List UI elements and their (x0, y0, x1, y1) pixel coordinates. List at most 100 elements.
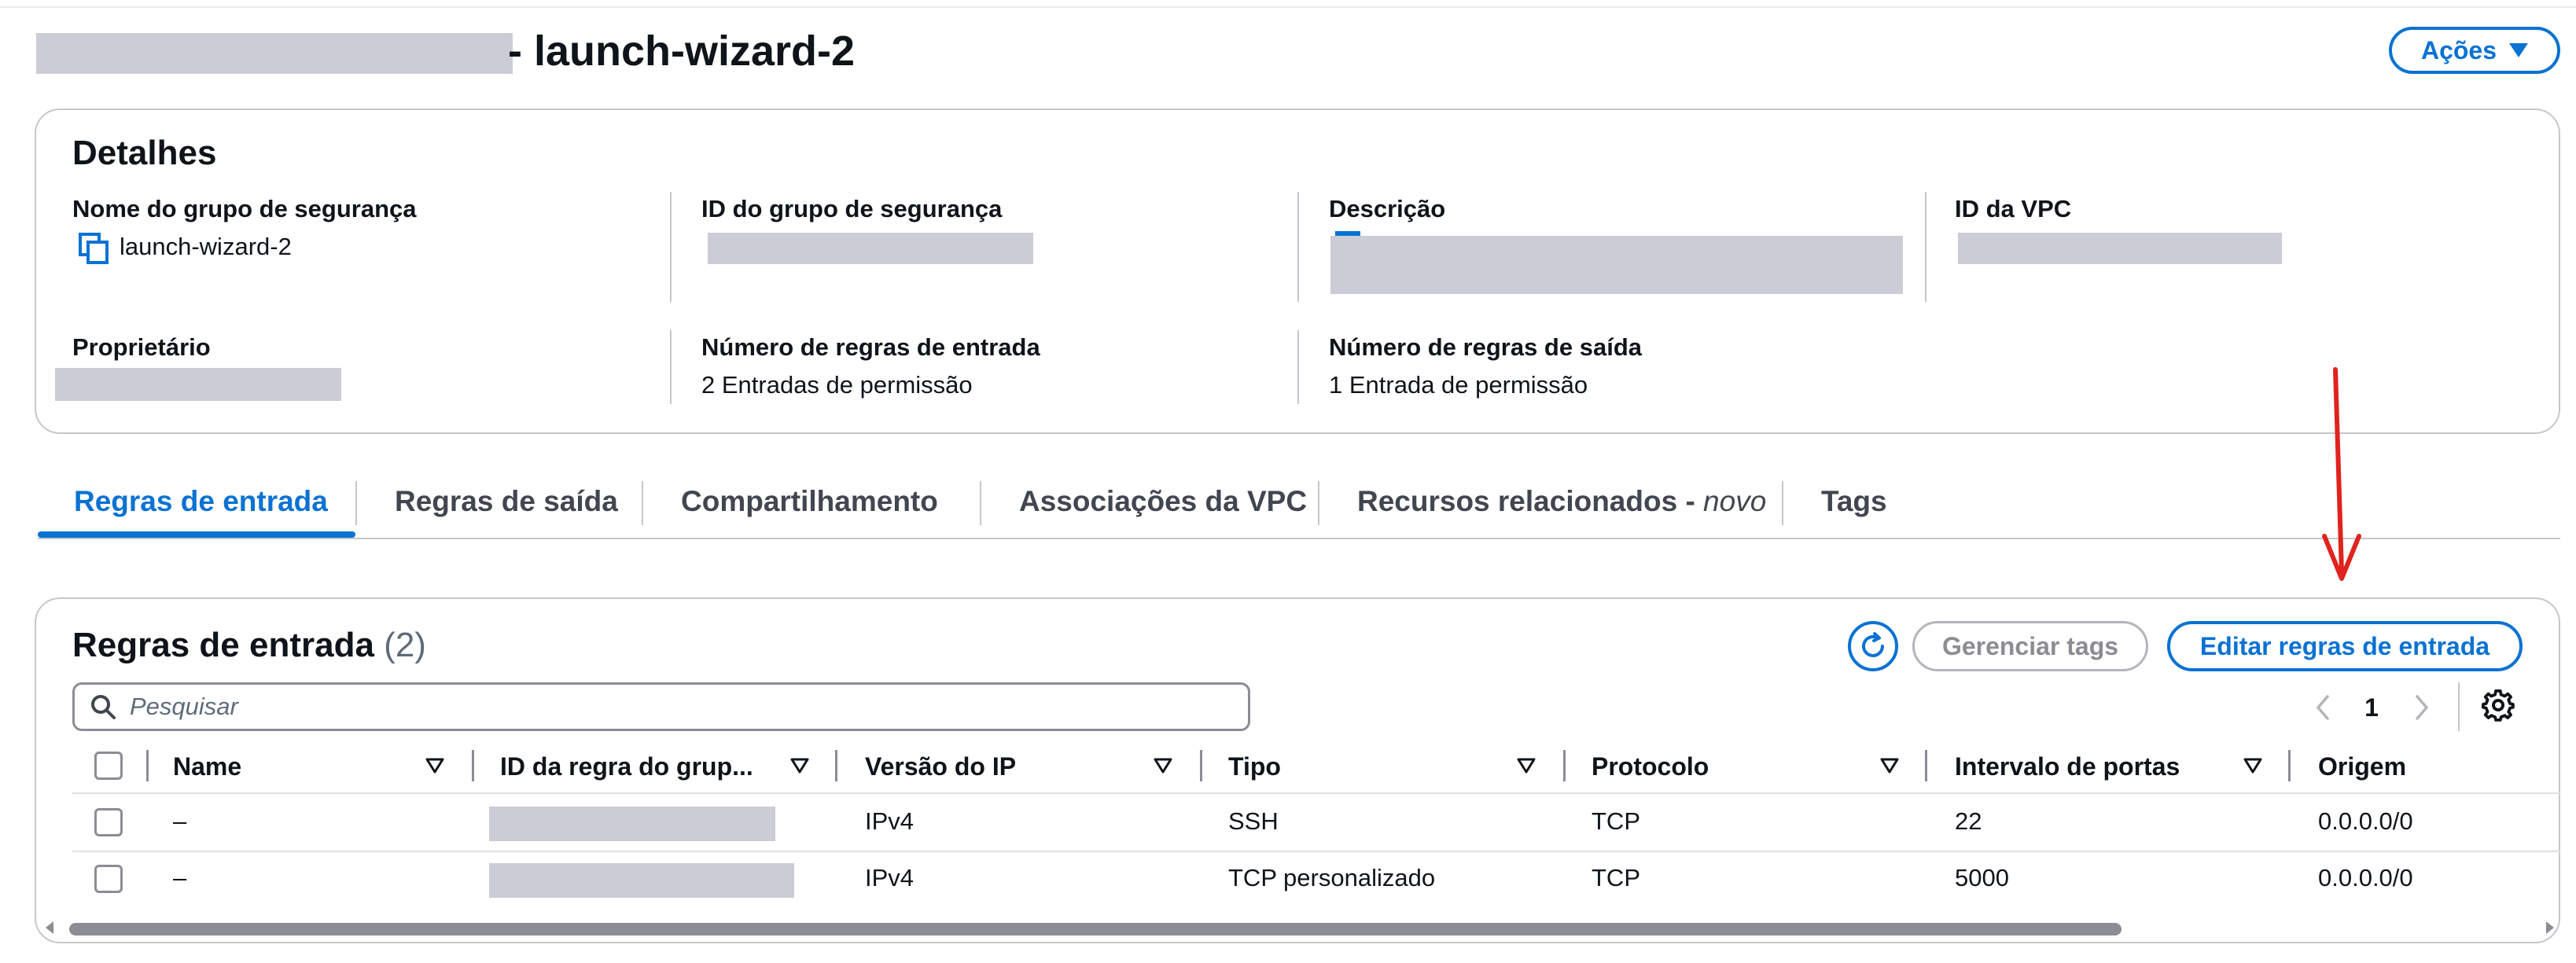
row-checkbox[interactable] (94, 808, 123, 836)
copy-icon[interactable] (79, 233, 109, 264)
field-value-group-name: launch-wizard-2 (120, 233, 292, 260)
table-settings-button[interactable] (2480, 687, 2516, 723)
cell-name: – (173, 807, 187, 835)
redacted-rule-id (489, 807, 775, 841)
chevron-left-icon (2317, 695, 2329, 720)
cell-port-range: 22 (1955, 807, 1982, 835)
actions-button[interactable]: Ações (2389, 27, 2560, 74)
redacted-vpc-id (1958, 233, 2282, 264)
search-icon (91, 695, 116, 719)
caret-down-icon (2509, 43, 2529, 57)
tab-bar: Regras de entrada Regras de saída Compar… (38, 467, 2560, 541)
field-value-outbound-count: 1 Entrada de permissão (1329, 371, 1588, 399)
sort-caret-icon[interactable] (1879, 755, 1900, 775)
tab-baseline (38, 538, 2560, 539)
pager-divider (2458, 682, 2460, 731)
search-input[interactable] (130, 693, 1231, 721)
redacted-description (1330, 236, 1903, 294)
tab-separator (980, 481, 981, 525)
redacted-owner (55, 368, 341, 401)
column-separator (2288, 750, 2291, 781)
new-badge: novo (1703, 485, 1767, 517)
active-tab-indicator (38, 531, 355, 538)
tab-separator (1318, 481, 1319, 525)
column-header-source[interactable]: Origem (2318, 747, 2406, 786)
field-divider (1925, 192, 1926, 302)
field-divider (670, 330, 672, 404)
annotation-arrow-icon (2322, 367, 2361, 581)
actions-button-label: Ações (2420, 35, 2497, 64)
inbound-rules-heading: Regras de entrada (2) (72, 626, 426, 665)
cell-type: TCP personalizado (1228, 864, 1436, 891)
sort-caret-icon[interactable] (789, 755, 810, 775)
table-row-divider (72, 851, 2560, 852)
column-separator (835, 750, 837, 781)
redacted-rule-id (489, 863, 794, 898)
refresh-icon (1862, 632, 1884, 657)
select-all-checkbox[interactable] (94, 752, 123, 780)
pager-previous-button[interactable] (2309, 689, 2337, 726)
field-label-vpc-id: ID da VPC (1955, 195, 2072, 222)
row-checkbox[interactable] (94, 865, 123, 893)
column-header-name[interactable]: Name (173, 747, 241, 786)
sort-caret-icon[interactable] (2243, 755, 2263, 775)
field-divider (1297, 192, 1299, 302)
tab-inbound-rules[interactable]: Regras de entrada (38, 467, 364, 536)
redacted-group-id (708, 233, 1033, 264)
tab-related-resources[interactable]: Recursos relacionados - novo (1321, 467, 1802, 536)
pager-next-button[interactable] (2408, 689, 2436, 726)
manage-tags-button[interactable]: Gerenciar tags (1912, 621, 2148, 671)
column-header-port-range[interactable]: Intervalo de portas (1955, 747, 2180, 786)
page-title: - launch-wizard-2 (508, 28, 856, 75)
gear-icon (2482, 689, 2515, 722)
cell-source: 0.0.0.0/0 (2318, 807, 2413, 835)
search-field[interactable] (72, 682, 1250, 731)
cell-ip-version: IPv4 (865, 864, 914, 891)
sort-caret-icon[interactable] (1516, 755, 1536, 775)
edit-inbound-rules-button[interactable]: Editar regras de entrada (2167, 621, 2523, 671)
column-header-protocol[interactable]: Protocolo (1592, 747, 1709, 786)
inbound-rules-count: (2) (384, 626, 426, 664)
field-label-description: Descrição (1329, 195, 1446, 222)
inbound-rules-title: Regras de entrada (72, 626, 374, 664)
field-label-group-name: Nome do grupo de segurança (72, 195, 417, 222)
field-value-inbound-count: 2 Entradas de permissão (701, 371, 973, 399)
table-header-divider (72, 792, 2560, 794)
horizontal-scrollbar-thumb[interactable] (69, 923, 2122, 935)
cell-type: SSH (1228, 807, 1279, 835)
tab-separator (355, 481, 357, 525)
sort-caret-icon[interactable] (425, 755, 445, 775)
column-separator (146, 750, 149, 781)
refresh-button[interactable] (1848, 621, 1898, 671)
field-divider (670, 192, 672, 302)
column-separator (1200, 750, 1202, 781)
scroll-right-arrow-icon[interactable] (2546, 921, 2554, 934)
cell-protocol: TCP (1592, 864, 1640, 891)
details-heading: Detalhes (72, 134, 217, 172)
page-top-border (0, 6, 2576, 8)
column-separator (1563, 750, 1566, 781)
field-label-inbound-count: Número de regras de entrada (701, 333, 1040, 361)
column-separator (1925, 750, 1927, 781)
cell-ip-version: IPv4 (865, 807, 914, 835)
chevron-right-icon (2416, 695, 2428, 720)
tab-outbound-rules[interactable]: Regras de saída (359, 467, 654, 536)
sort-caret-icon[interactable] (1153, 755, 1173, 775)
pager-current-page[interactable]: 1 (2357, 689, 2386, 726)
tab-vpc-associations[interactable]: Associações da VPC (983, 467, 1343, 536)
tab-sharing[interactable]: Compartilhamento (645, 467, 974, 536)
field-label-group-id: ID do grupo de segurança (701, 195, 1003, 222)
column-header-ip-version[interactable]: Versão do IP (865, 747, 1016, 786)
cell-source: 0.0.0.0/0 (2318, 864, 2413, 891)
tab-related-resources-label: Recursos relacionados - (1357, 485, 1704, 517)
field-label-outbound-count: Número de regras de saída (1329, 333, 1642, 361)
cell-port-range: 5000 (1955, 864, 2009, 891)
tab-separator (1782, 481, 1783, 525)
redacted-security-group-id (36, 33, 513, 74)
tab-separator (642, 481, 643, 525)
tab-tags[interactable]: Tags (1785, 467, 1923, 536)
column-header-rule-id[interactable]: ID da regra do grup... (500, 747, 753, 786)
column-separator (472, 750, 474, 781)
column-header-type[interactable]: Tipo (1228, 747, 1281, 786)
scroll-left-arrow-icon[interactable] (46, 921, 53, 934)
